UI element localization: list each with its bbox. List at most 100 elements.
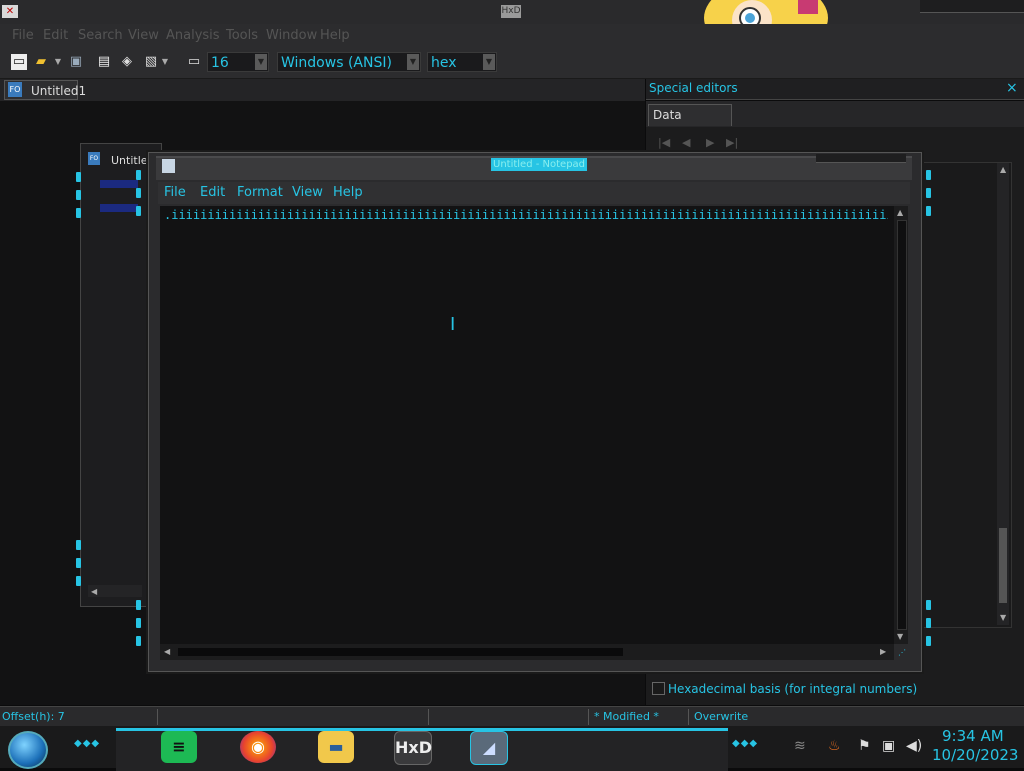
menu-search[interactable]: Search — [78, 28, 123, 43]
frame-accent — [76, 172, 81, 182]
menu-tools[interactable]: Tools — [226, 28, 258, 43]
frame-accent — [926, 170, 931, 180]
scroll-left-icon[interactable]: ◀ — [91, 587, 97, 596]
status-mode: Overwrite — [694, 710, 749, 723]
notepad-menu-edit[interactable]: Edit — [200, 185, 225, 200]
offset-base-value: hex — [431, 55, 457, 71]
file-explorer-icon[interactable]: ▬ — [318, 731, 354, 763]
next-icon[interactable]: ▶ — [706, 136, 714, 149]
background-hscroll[interactable]: ◀ — [88, 585, 142, 597]
background-window-title: Untitle — [111, 154, 148, 167]
notepad-menu-format[interactable]: Format — [237, 185, 283, 200]
frame-accent — [76, 208, 81, 218]
menu-file[interactable]: File — [12, 28, 34, 43]
tab-data-inspector[interactable]: Data inspector — [648, 104, 732, 142]
scroll-up-icon[interactable]: ▲ — [1000, 165, 1006, 174]
frame-accent — [76, 576, 81, 586]
notepad-menu-file[interactable]: File — [164, 185, 186, 200]
new-file-icon[interactable]: ▭ — [11, 54, 27, 70]
volume-icon[interactable]: ◀) — [906, 738, 922, 754]
notepad-icon — [162, 159, 175, 173]
clock-date[interactable]: 10/20/2023 — [932, 746, 1018, 764]
scroll-thumb[interactable] — [897, 220, 907, 630]
frame-accent — [136, 600, 141, 610]
frame-accent — [136, 206, 141, 216]
notepad-vertical-scrollbar[interactable]: ▲ ▼ — [894, 206, 908, 644]
menu-analysis[interactable]: Analysis — [166, 28, 220, 43]
firefox-icon[interactable]: ◉ — [240, 731, 276, 763]
clock-time[interactable]: 9:34 AM — [942, 727, 1004, 745]
status-divider — [688, 709, 689, 725]
hxd-app-icon[interactable]: ✕ — [2, 5, 18, 18]
network-icon[interactable]: ▣ — [882, 738, 895, 754]
frame-accent — [926, 618, 931, 628]
text-cursor-icon: I — [450, 314, 456, 335]
scroll-thumb[interactable] — [999, 528, 1007, 603]
background-text-line — [100, 204, 138, 212]
document-tab-bar — [0, 79, 645, 101]
scroll-down-icon[interactable]: ▼ — [1000, 613, 1006, 622]
show-hidden-icons-icon[interactable]: ≋ — [794, 738, 806, 754]
ram-icon[interactable]: ◈ — [119, 54, 135, 70]
previous-icon[interactable]: ◀ — [682, 136, 690, 149]
notepad-taskbar-icon[interactable]: ◢ — [470, 731, 508, 765]
hxd-taskbar-icon[interactable]: HxD — [394, 731, 432, 765]
close-icon[interactable]: × — [1006, 80, 1018, 96]
notepad-menu-bar: File Edit Format View Help — [158, 182, 910, 204]
frame-accent — [926, 600, 931, 610]
special-editors-title: Special editors — [649, 81, 738, 95]
notepad-window-controls[interactable] — [816, 154, 906, 163]
first-icon[interactable]: |◀ — [658, 136, 670, 149]
scroll-up-icon[interactable]: ▲ — [897, 208, 903, 217]
scroll-thumb[interactable] — [178, 648, 623, 656]
scroll-right-icon[interactable]: ▶ — [880, 647, 886, 656]
open-dropdown-icon[interactable]: ▼ — [54, 54, 62, 70]
scroll-down-icon[interactable]: ▼ — [897, 632, 903, 641]
view-icon[interactable]: ▭ — [186, 54, 202, 70]
menu-help[interactable]: Help — [320, 28, 350, 43]
inspector-scrollbar[interactable]: ▲ ▼ — [997, 163, 1009, 625]
notepad-menu-view[interactable]: View — [292, 185, 323, 200]
disk-icon[interactable]: ▧ — [143, 54, 159, 70]
tool-dropdown-icon[interactable]: ▼ — [161, 54, 169, 70]
scroll-left-icon[interactable]: ◀ — [164, 647, 170, 656]
notepad-content: .iiiiiiiiiiiiiiiiiiiiiiiiiiiiiiiiiiiiiii… — [164, 208, 888, 222]
frame-accent — [136, 618, 141, 628]
resize-grip-icon[interactable]: ⋰ — [898, 648, 906, 657]
tab-label: Untitled1 — [31, 84, 87, 98]
frame-accent — [136, 188, 141, 198]
status-divider — [588, 709, 589, 725]
notepad-menu-help[interactable]: Help — [333, 185, 363, 200]
menu-edit[interactable]: Edit — [43, 28, 68, 43]
chevron-down-icon: ▼ — [407, 54, 419, 70]
start-orb-icon[interactable] — [8, 731, 48, 769]
frame-accent — [926, 636, 931, 646]
page-icon[interactable]: ▤ — [96, 54, 112, 70]
bytes-per-row-select[interactable]: 16 ▼ — [207, 52, 269, 72]
frame-accent — [136, 636, 141, 646]
frame-accent — [76, 190, 81, 200]
window-controls[interactable] — [920, 0, 1024, 13]
flag-icon[interactable]: ⚑ — [858, 738, 871, 754]
status-divider — [428, 709, 429, 725]
charset-select[interactable]: Windows (ANSI) ▼ — [277, 52, 421, 72]
chevron-down-icon: ▼ — [483, 54, 495, 70]
bytes-per-row-value: 16 — [211, 55, 229, 71]
last-icon[interactable]: ▶| — [726, 136, 738, 149]
menu-view[interactable]: View — [128, 28, 159, 43]
hex-basis-checkbox[interactable] — [652, 682, 665, 695]
notepad-text-area[interactable] — [160, 206, 894, 644]
notes-app-icon[interactable]: ≡ — [161, 731, 197, 763]
frame-accent — [76, 558, 81, 568]
java-update-icon[interactable]: ♨ — [828, 738, 841, 754]
hex-basis-label: Hexadecimal basis (for integral numbers) — [668, 682, 918, 696]
menu-window[interactable]: Window — [266, 28, 317, 43]
hxd-toolbar: ▭ ▰ ▼ ▣ ▤ ◈ ▧ ▼ ▭ 16 ▼ Windows (ANSI) ▼ … — [0, 48, 1024, 79]
offset-base-select[interactable]: hex ▼ — [427, 52, 497, 72]
save-icon[interactable]: ▣ — [68, 54, 84, 70]
open-folder-icon[interactable]: ▰ — [33, 54, 49, 70]
notepad-title: Untitled - Notepad — [491, 158, 588, 171]
charset-value: Windows (ANSI) — [281, 55, 392, 71]
notepad-horizontal-scrollbar[interactable]: ◀ ▶ — [160, 644, 894, 660]
frame-accent — [926, 206, 931, 216]
